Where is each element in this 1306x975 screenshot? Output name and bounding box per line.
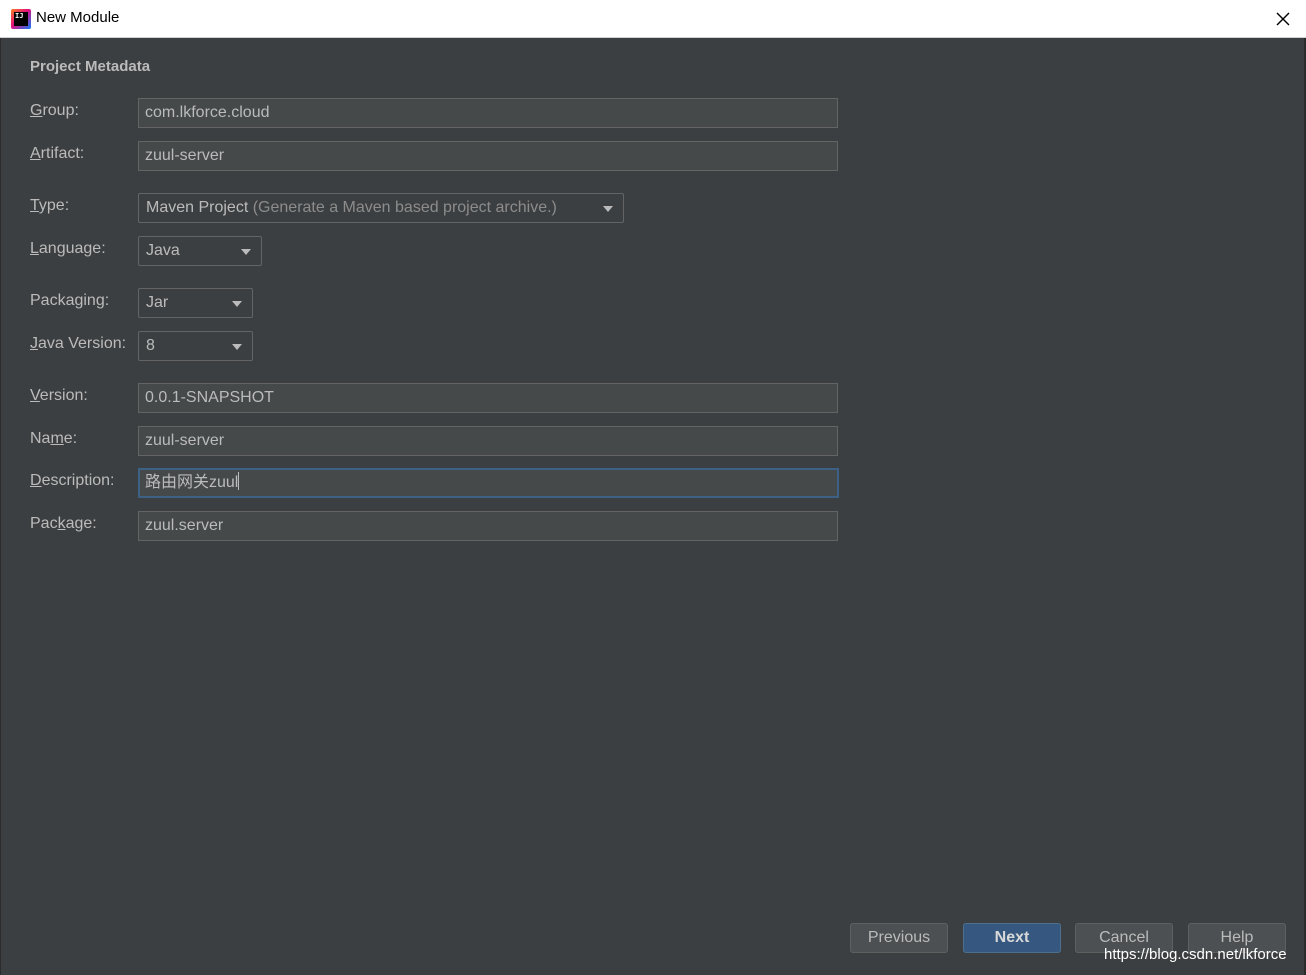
section-title: Project Metadata	[30, 58, 151, 75]
intellij-idea-icon: IJ	[11, 9, 31, 29]
type-value: Maven Project	[146, 199, 249, 216]
text-caret	[238, 472, 240, 490]
type-hint: (Generate a Maven based project archive.…	[252, 199, 557, 216]
version-input[interactable]: 0.0.1-SNAPSHOT	[138, 383, 838, 413]
name-label: Name:	[30, 430, 78, 447]
packaging-value: Jar	[146, 294, 169, 311]
watermark-url: https://blog.csdn.net/lkforce	[1104, 946, 1287, 963]
packaging-label: Packaging:	[30, 292, 110, 309]
java-version-label: Java Version:	[30, 335, 127, 352]
name-input[interactable]: zuul-server	[138, 426, 838, 456]
group-label: Group:	[30, 102, 79, 119]
package-input[interactable]: zuul.server	[138, 511, 838, 541]
type-dropdown[interactable]: Maven Project (Generate a Maven based pr…	[138, 193, 624, 223]
chevron-down-icon	[232, 301, 242, 307]
title-bar: IJ New Module	[0, 0, 1306, 38]
java-version-value: 8	[146, 337, 155, 354]
description-input[interactable]: 路由网关zuul	[138, 468, 839, 498]
app-icon-text: IJ	[14, 12, 28, 26]
language-dropdown[interactable]: Java	[138, 236, 262, 266]
chevron-down-icon	[232, 344, 242, 350]
version-label: Version:	[30, 387, 88, 404]
language-label: Language:	[30, 240, 106, 257]
chevron-down-icon	[241, 249, 251, 255]
window-title: New Module	[36, 9, 120, 26]
type-label: Type:	[30, 197, 70, 214]
close-button[interactable]	[1270, 6, 1296, 32]
close-icon	[1276, 12, 1290, 26]
description-value: 路由网关zuul	[145, 474, 239, 491]
previous-button[interactable]: Previous	[850, 923, 948, 953]
window-border-left	[0, 38, 1, 975]
java-version-dropdown[interactable]: 8	[138, 331, 253, 361]
artifact-label: Artifact:	[30, 145, 85, 162]
packaging-dropdown[interactable]: Jar	[138, 288, 253, 318]
package-label: Package:	[30, 515, 97, 532]
next-button[interactable]: Next	[963, 923, 1061, 953]
artifact-input[interactable]: zuul-server	[138, 141, 838, 171]
description-label: Description:	[30, 472, 115, 489]
language-value: Java	[146, 242, 180, 259]
chevron-down-icon	[603, 206, 613, 212]
group-input[interactable]: com.lkforce.cloud	[138, 98, 838, 128]
